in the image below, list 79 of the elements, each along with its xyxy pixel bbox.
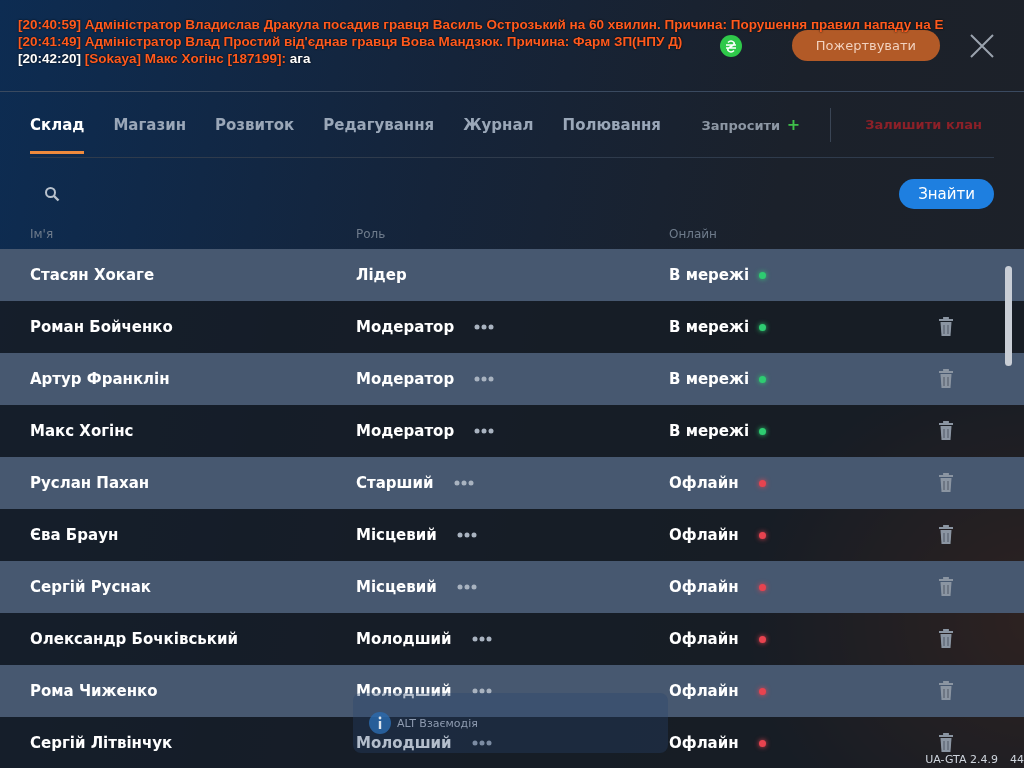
online-status: В мережі — [669, 370, 750, 388]
chat-message: [20:41:49] Адміністратор Влад Простий від'єднав гравця Вова Мандзюк. Причина: Фарм ЗП(НПУ Д) — [18, 34, 683, 49]
member-role: Молодший — [356, 734, 452, 752]
more-icon[interactable] — [474, 428, 495, 434]
member-name: Сергій Літвінчук — [30, 734, 173, 752]
tab[interactable]: Склад — [30, 95, 85, 154]
column-header: Онлайн — [669, 227, 717, 241]
member-name: Артур Франклін — [30, 370, 170, 388]
member-role: Місцевий — [356, 578, 437, 596]
trash-icon[interactable] — [938, 525, 954, 545]
online-status: Офлайн — [669, 474, 739, 492]
member-role: Модератор — [356, 422, 455, 440]
hryvnia-coin-icon — [719, 34, 742, 57]
trash-icon[interactable] — [938, 629, 954, 649]
trash-icon[interactable] — [938, 369, 954, 389]
member-role: Модератор — [356, 370, 455, 388]
more-icon[interactable] — [474, 324, 495, 330]
trash-icon[interactable] — [938, 733, 954, 753]
member-row[interactable]: Руслан Пахан Старший Офлайн — [0, 457, 1024, 509]
member-name: Стасян Хокаге — [30, 266, 155, 284]
online-status: В мережі — [669, 422, 750, 440]
more-icon[interactable] — [474, 376, 495, 382]
member-row[interactable]: Роман Бойченко Модератор В мережі — [0, 301, 1024, 353]
member-role: Лідер — [356, 266, 407, 284]
more-icon[interactable] — [471, 636, 492, 642]
tab[interactable]: Редагування — [323, 95, 435, 154]
trash-icon[interactable] — [938, 577, 954, 597]
tab[interactable]: Розвиток — [215, 95, 295, 154]
member-name: Макс Хогінс — [30, 422, 134, 440]
search-icon — [44, 186, 60, 202]
online-status: Офлайн — [669, 682, 739, 700]
find-button[interactable]: Знайти — [899, 179, 994, 209]
online-status: Офлайн — [669, 578, 739, 596]
trash-icon[interactable] — [938, 681, 954, 701]
member-role: Молодший — [356, 630, 452, 648]
chat-message: [20:42:20] [Sokaya] Макс Хогінс [187199]: ага — [18, 51, 311, 66]
tab[interactable]: Полювання — [562, 95, 661, 154]
trash-icon[interactable] — [938, 421, 954, 441]
info-icon — [369, 712, 391, 734]
online-status: В мережі — [669, 318, 750, 336]
more-icon[interactable] — [471, 688, 492, 694]
online-status: Офлайн — [669, 526, 739, 544]
member-row[interactable]: Стасян Хокаге Лідер В мережі — [0, 249, 1024, 301]
member-role: Молодший — [356, 682, 452, 700]
trash-icon[interactable] — [938, 317, 954, 337]
more-icon[interactable] — [453, 480, 474, 486]
online-status: Офлайн — [669, 630, 739, 648]
tab[interactable]: Журнал — [463, 95, 534, 154]
member-role: Місцевий — [356, 526, 437, 544]
member-name: Роман Бойченко — [30, 318, 173, 336]
more-icon[interactable] — [456, 584, 477, 590]
member-role: Старший — [356, 474, 434, 492]
member-row[interactable]: Єва Браун Місцевий Офлайн — [0, 509, 1024, 561]
member-row[interactable]: Олександр Бочківський Молодший Офлайн — [0, 613, 1024, 665]
tab[interactable]: Магазин — [113, 95, 187, 154]
trash-icon[interactable] — [938, 473, 954, 493]
more-icon[interactable] — [456, 532, 477, 538]
member-row[interactable]: Артур Франклін Модератор В мережі — [0, 353, 1024, 405]
member-name: Сергій Руснак — [30, 578, 151, 596]
hint-text: ALT Взаємодія — [397, 716, 478, 730]
more-icon[interactable] — [471, 740, 492, 746]
invite-button[interactable]: Запросити + — [701, 115, 801, 134]
column-header: Ім'я — [30, 227, 54, 241]
member-name: Руслан Пахан — [30, 474, 150, 492]
counter-label: 44 — [1010, 753, 1024, 766]
member-role: Модератор — [356, 318, 455, 336]
scrollbar[interactable] — [1005, 266, 1012, 366]
member-row[interactable]: Рома Чиженко Молодший Офлайн — [0, 665, 1024, 717]
online-status: Офлайн — [669, 734, 739, 752]
member-row[interactable]: Макс Хогінс Модератор В мережі — [0, 405, 1024, 457]
online-status: В мережі — [669, 266, 750, 284]
chat-message: [20:40:59] Адміністратор Владислав Дракула посадив гравця Василь Острозький на 60 хвилин. Причина: Порушення правил нападу на Е — [18, 17, 944, 32]
member-row[interactable]: Сергій Руснак Місцевий Офлайн — [0, 561, 1024, 613]
version-label: UA-GTA 2.4.9 — [925, 753, 998, 766]
member-name: Єва Браун — [30, 526, 119, 544]
member-name: Рома Чиженко — [30, 682, 158, 700]
column-header: Роль — [356, 227, 386, 241]
close-icon[interactable] — [970, 33, 994, 58]
member-name: Олександр Бочківський — [30, 630, 238, 648]
